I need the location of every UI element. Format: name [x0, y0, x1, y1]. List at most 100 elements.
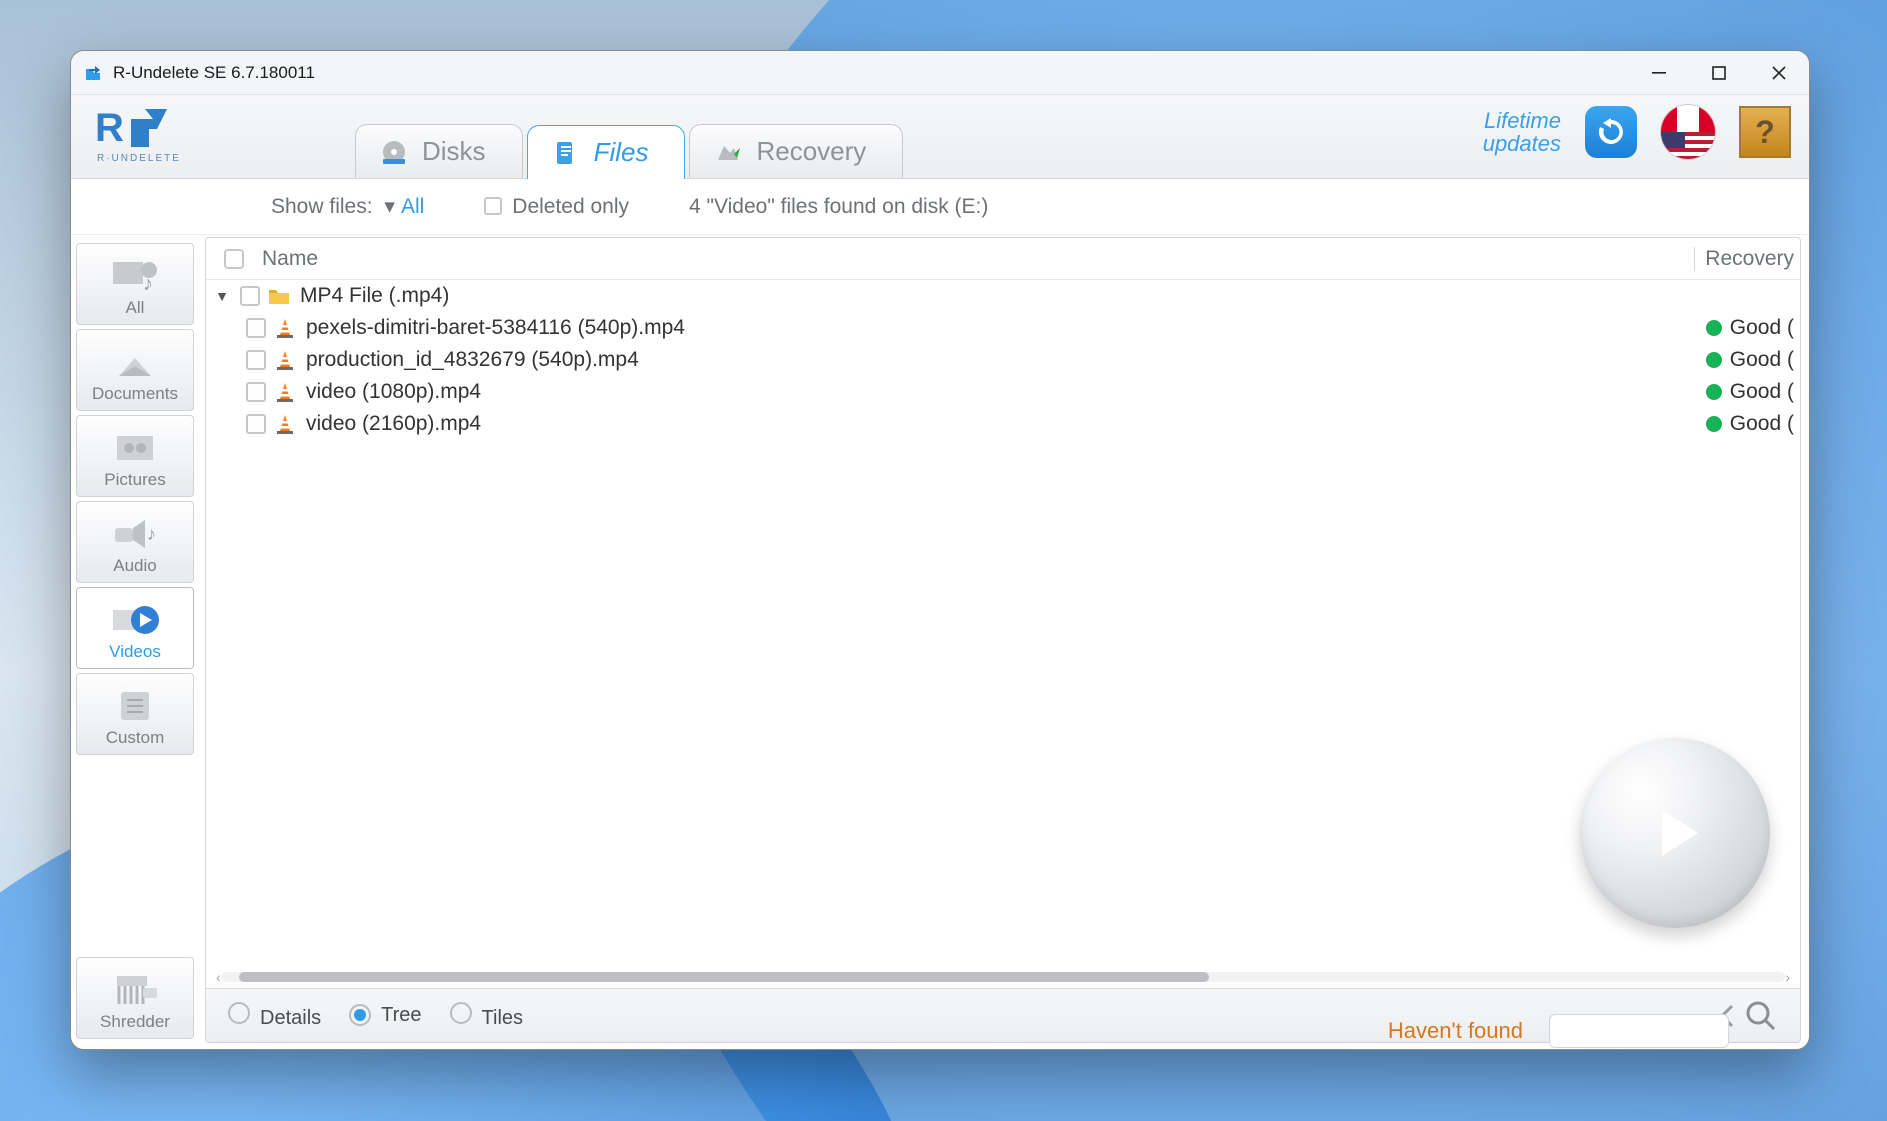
close-button[interactable] [1749, 51, 1809, 95]
help-button[interactable]: ? [1739, 106, 1791, 158]
row-checkbox[interactable] [246, 350, 266, 370]
svg-text:♪: ♪ [147, 524, 156, 544]
group-label: MP4 File (.mp4) [300, 284, 1800, 308]
file-row[interactable]: video (1080p).mp4 Good ( [206, 376, 1800, 408]
category-pictures[interactable]: Pictures [76, 415, 194, 497]
category-label: Custom [106, 728, 165, 748]
tab-label: Files [594, 137, 649, 168]
play-icon [1640, 798, 1710, 868]
vlc-cone-icon [274, 318, 296, 338]
maximize-button[interactable] [1689, 51, 1749, 95]
all-icon: ♪ [109, 256, 161, 296]
pictures-icon [109, 428, 161, 468]
tab-files[interactable]: Files [527, 125, 686, 179]
header-actions: Lifetime updates ? [1483, 105, 1791, 159]
scroll-right-icon[interactable]: › [1785, 969, 1790, 985]
chevron-down-icon: ▾ [384, 194, 395, 219]
titlebar[interactable]: R-Undelete SE 6.7.180011 [71, 51, 1809, 95]
collapse-icon[interactable]: ▼ [212, 288, 232, 304]
tab-label: Recovery [756, 136, 866, 167]
language-button[interactable] [1661, 105, 1715, 159]
row-checkbox[interactable] [240, 286, 260, 306]
scan-status: 4 "Video" files found on disk (E:) [689, 195, 988, 219]
category-label: Videos [109, 642, 161, 662]
file-panel: Name Recovery ▼ MP4 File (.mp4) pe [205, 237, 1801, 1043]
scroll-left-icon[interactable]: ‹ [216, 969, 221, 985]
tab-disks[interactable]: Disks [355, 124, 523, 178]
updates-label: Lifetime updates [1483, 109, 1561, 155]
vlc-cone-icon [274, 414, 296, 434]
status-dot-icon [1706, 416, 1722, 432]
scroll-thumb[interactable] [239, 972, 1209, 982]
file-name: video (2160p).mp4 [306, 412, 1706, 436]
body: ♪ All Documents Pictures ♪ Audio Videos [71, 235, 1809, 1049]
column-name[interactable]: Name [262, 247, 1694, 271]
disk-icon [380, 138, 408, 166]
status-dot-icon [1706, 320, 1722, 336]
shredder-icon [109, 970, 161, 1010]
category-videos[interactable]: Videos [76, 587, 194, 669]
category-label: Documents [92, 384, 178, 404]
category-label: Audio [113, 556, 156, 576]
horizontal-scrollbar[interactable]: ‹ › [206, 968, 1800, 986]
minimize-button[interactable] [1629, 51, 1689, 95]
file-row[interactable]: pexels-dimitri-baret-5384116 (540p).mp4 … [206, 312, 1800, 344]
status-dot-icon [1706, 352, 1722, 368]
category-label: Pictures [104, 470, 165, 490]
status-dot-icon [1706, 384, 1722, 400]
category-sidebar: ♪ All Documents Pictures ♪ Audio Videos [71, 235, 199, 1049]
folder-icon [268, 286, 290, 306]
svg-text:R: R [95, 106, 124, 150]
tab-recovery[interactable]: Recovery [689, 124, 903, 178]
category-label: All [126, 298, 145, 318]
category-audio[interactable]: ♪ Audio [76, 501, 194, 583]
updates-button[interactable] [1585, 106, 1637, 158]
recovery-icon [714, 138, 742, 166]
svg-text:♪: ♪ [143, 273, 153, 295]
file-list-header: Name Recovery [206, 238, 1800, 280]
documents-icon [109, 342, 161, 382]
row-checkbox[interactable] [246, 318, 266, 338]
show-files-value: All [401, 195, 424, 218]
filter-bar: Show files: ▾ All Deleted only 4 "Video" … [71, 179, 1809, 235]
row-checkbox[interactable] [246, 382, 266, 402]
deleted-only-label: Deleted only [512, 195, 629, 218]
files-icon [552, 139, 580, 167]
window-title: R-Undelete SE 6.7.180011 [113, 63, 1629, 83]
footer-partial: Haven't found [151, 1013, 1729, 1049]
recovery-status: Good ( [1706, 380, 1800, 404]
column-recovery[interactable]: Recovery [1694, 247, 1800, 271]
header: R R·UNDELETE Disks Files [71, 95, 1809, 179]
recovery-status: Good ( [1706, 348, 1800, 372]
recover-button-partial[interactable] [1549, 1014, 1729, 1048]
category-all[interactable]: ♪ All [76, 243, 194, 325]
show-files-control[interactable]: Show files: ▾ All [271, 194, 424, 219]
preview-play-button[interactable] [1580, 738, 1770, 928]
file-name: video (1080p).mp4 [306, 380, 1706, 404]
show-files-label: Show files: [271, 195, 373, 218]
custom-icon [109, 686, 161, 726]
file-row[interactable]: video (2160p).mp4 Good ( [206, 408, 1800, 440]
vlc-cone-icon [274, 382, 296, 402]
vlc-cone-icon [274, 350, 296, 370]
audio-icon: ♪ [109, 514, 161, 554]
category-documents[interactable]: Documents [76, 329, 194, 411]
file-list: ▼ MP4 File (.mp4) pexels-dimitri-baret-5… [206, 280, 1800, 968]
not-found-link[interactable]: Haven't found [1388, 1018, 1523, 1044]
app-logo: R R·UNDELETE [95, 101, 215, 170]
help-icon: ? [1755, 114, 1775, 151]
file-group-row[interactable]: ▼ MP4 File (.mp4) [206, 280, 1800, 312]
select-all-checkbox[interactable] [224, 249, 244, 269]
category-custom[interactable]: Custom [76, 673, 194, 755]
deleted-only-checkbox[interactable]: Deleted only [484, 195, 629, 219]
row-checkbox[interactable] [246, 414, 266, 434]
file-name: production_id_4832679 (540p).mp4 [306, 348, 1706, 372]
recovery-status: Good ( [1706, 412, 1800, 436]
recovery-status: Good ( [1706, 316, 1800, 340]
file-row[interactable]: production_id_4832679 (540p).mp4 Good ( [206, 344, 1800, 376]
search-icon [1744, 999, 1778, 1033]
main-tabs: Disks Files Recovery [355, 120, 903, 178]
tab-label: Disks [422, 136, 486, 167]
file-name: pexels-dimitri-baret-5384116 (540p).mp4 [306, 316, 1706, 340]
refresh-icon [1594, 115, 1628, 149]
